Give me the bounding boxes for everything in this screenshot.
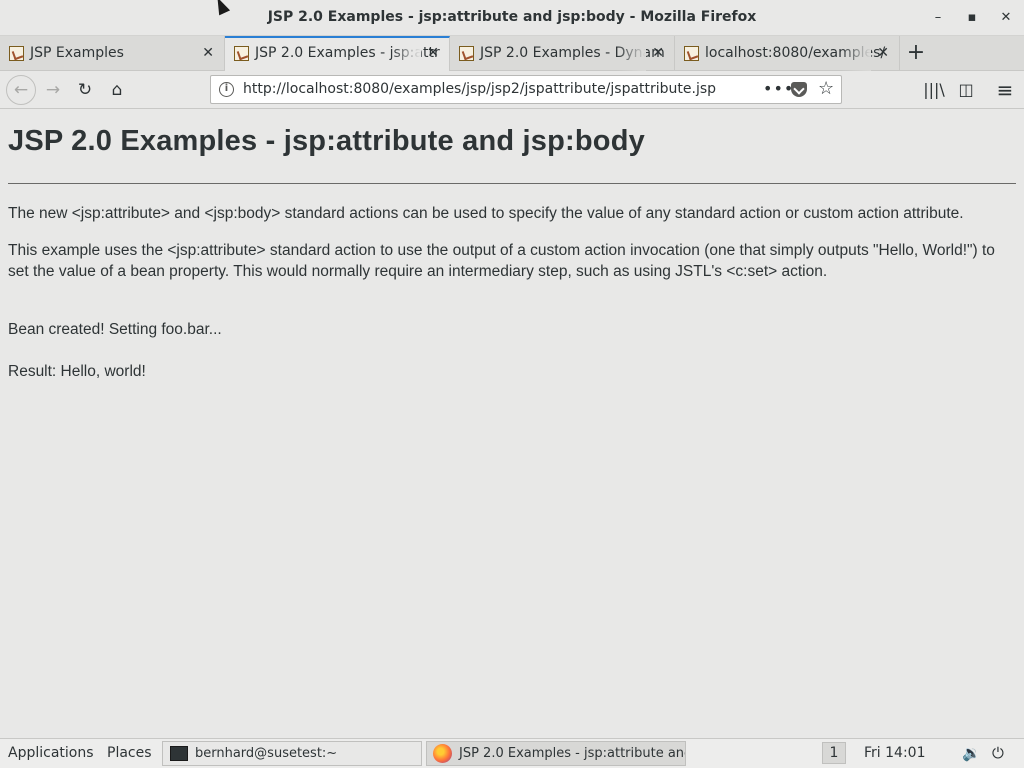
- minimize-button[interactable]: –: [928, 8, 948, 28]
- taskbar-firefox[interactable]: JSP 2.0 Examples - jsp:attribute and...: [426, 741, 686, 766]
- taskbar-terminal[interactable]: bernhard@susetest:~: [162, 741, 422, 766]
- bean-message: Bean created! Setting foo.bar...: [8, 321, 222, 338]
- tab-jsp-attribute[interactable]: JSP 2.0 Examples - jsp:attr ✕: [225, 36, 450, 71]
- tab-jsp-examples[interactable]: JSP Examples ✕: [0, 36, 225, 71]
- tab-close-icon[interactable]: ✕: [877, 36, 889, 71]
- tab-close-icon[interactable]: ✕: [202, 36, 214, 71]
- terminal-icon: [170, 746, 188, 761]
- back-button[interactable]: ←: [6, 75, 36, 105]
- places-menu[interactable]: Places: [107, 745, 152, 761]
- close-window-button[interactable]: ✕: [996, 8, 1016, 28]
- forward-button[interactable]: →: [40, 77, 66, 103]
- volume-icon[interactable]: 🔉: [962, 744, 981, 762]
- horizontal-rule: [8, 183, 1016, 184]
- tab-jsp-dynamic[interactable]: JSP 2.0 Examples - Dynam ✕: [450, 36, 675, 71]
- clock[interactable]: Fri 14:01: [864, 745, 925, 761]
- taskbar-label: JSP 2.0 Examples - jsp:attribute and...: [459, 746, 686, 761]
- pocket-icon[interactable]: [791, 82, 807, 97]
- tab-close-icon[interactable]: ✕: [652, 36, 664, 71]
- tomcat-favicon-icon: [234, 46, 249, 61]
- power-icon[interactable]: ⏻: [992, 744, 1004, 762]
- bookmark-star-icon[interactable]: ☆: [818, 78, 834, 99]
- url-text[interactable]: http://localhost:8080/examples/jsp/jsp2/…: [243, 81, 716, 97]
- sidebar-icon[interactable]: ◫: [953, 77, 979, 103]
- desktop-panel: Applications Places bernhard@susetest:~ …: [0, 738, 1024, 768]
- tomcat-favicon-icon: [459, 46, 474, 61]
- url-bar[interactable]: i http://localhost:8080/examples/jsp/jsp…: [210, 75, 842, 104]
- reload-button[interactable]: ↻: [72, 77, 98, 103]
- tab-close-icon[interactable]: ✕: [427, 38, 439, 69]
- tab-label: JSP Examples: [30, 45, 124, 61]
- library-icon[interactable]: |||\: [921, 77, 947, 103]
- page-heading: JSP 2.0 Examples - jsp:attribute and jsp…: [8, 125, 645, 157]
- page-content: JSP 2.0 Examples - jsp:attribute and jsp…: [0, 110, 1024, 738]
- firefox-icon: [433, 744, 452, 763]
- maximize-button[interactable]: ▪: [962, 8, 982, 28]
- menu-icon[interactable]: ≡: [992, 77, 1018, 103]
- home-button[interactable]: ⌂: [104, 77, 130, 103]
- tab-localhost-examples[interactable]: localhost:8080/examples/ ✕: [675, 36, 900, 71]
- intro-paragraph: The new <jsp:attribute> and <jsp:body> s…: [8, 205, 964, 222]
- navigation-toolbar: ← → ↻ ⌂ i http://localhost:8080/examples…: [0, 71, 1024, 109]
- tab-strip: JSP Examples ✕ JSP 2.0 Examples - jsp:at…: [0, 36, 1024, 71]
- window-titlebar: JSP 2.0 Examples - jsp:attribute and jsp…: [0, 0, 1024, 36]
- tomcat-favicon-icon: [684, 46, 699, 61]
- description-paragraph: This example uses the <jsp:attribute> st…: [8, 242, 995, 280]
- site-info-icon[interactable]: i: [219, 82, 234, 97]
- workspace-indicator[interactable]: 1: [822, 742, 846, 764]
- window-title: JSP 2.0 Examples - jsp:attribute and jsp…: [267, 9, 757, 25]
- taskbar-label: bernhard@susetest:~: [195, 746, 338, 761]
- page-actions-icon[interactable]: •••: [763, 79, 794, 98]
- applications-menu[interactable]: Applications: [8, 745, 94, 761]
- result-text: Result: Hello, world!: [8, 363, 146, 380]
- new-tab-button[interactable]: +: [902, 36, 930, 71]
- tomcat-favicon-icon: [9, 46, 24, 61]
